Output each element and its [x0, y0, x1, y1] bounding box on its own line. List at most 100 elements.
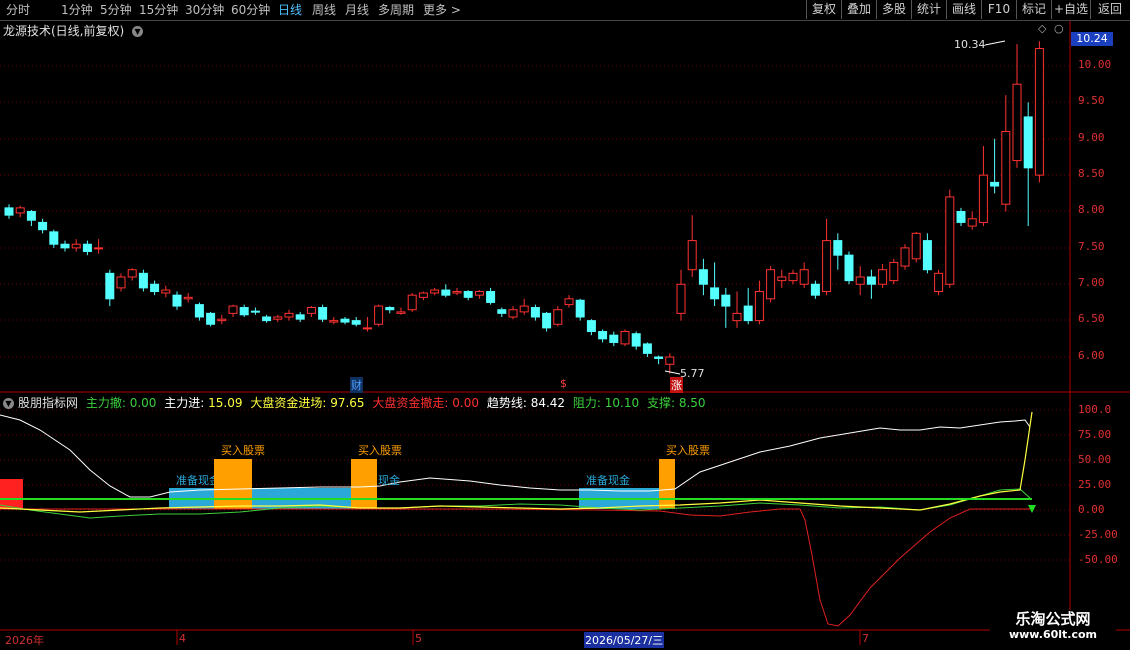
ind-label: 阻力: — [572, 396, 601, 410]
period-1min[interactable]: 1分钟 — [61, 2, 93, 18]
buy-label-2: 买入股票 — [358, 444, 402, 457]
indicator-header: ▼ 股朋指标网 主力撤: 0.00 主力进: 15.09 大盘资金进场: 97.6… — [3, 394, 706, 411]
candle-body — [1034, 48, 1044, 176]
ind-tick: 25.00 — [1078, 478, 1112, 491]
finance-marker-text: 财 — [351, 379, 362, 392]
more-label: 更多 — [423, 3, 448, 17]
limit-up-marker[interactable]: 涨 — [670, 377, 683, 393]
candle-body — [239, 307, 249, 316]
candle-body — [105, 272, 115, 300]
candle-body — [194, 304, 204, 318]
candle-body — [150, 283, 160, 293]
fund-exit-line — [0, 508, 1030, 627]
candle-body — [978, 174, 988, 223]
candle-body — [206, 312, 216, 325]
period-fenshi[interactable]: 分时 — [6, 2, 30, 18]
candle-body — [4, 207, 14, 216]
candle-body — [721, 294, 731, 307]
candle-body — [1012, 83, 1022, 162]
period-30min[interactable]: 30分钟 — [185, 2, 224, 18]
diamond-icon[interactable]: ◇ — [1038, 22, 1046, 35]
candle-body — [553, 309, 563, 325]
stats-button[interactable]: 统计 — [911, 0, 946, 19]
candle-body — [217, 318, 227, 322]
fuquan-button[interactable]: 复权 — [806, 0, 841, 19]
ind-item-1: 主力进: 15.09 — [164, 396, 242, 410]
period-60min[interactable]: 60分钟 — [231, 2, 270, 18]
period-monthly[interactable]: 月线 — [345, 2, 369, 18]
stock-chart[interactable] — [0, 0, 1130, 650]
dividend-marker[interactable]: $ — [560, 377, 567, 390]
ind-item-2: 大盘资金进场: 97.65 — [250, 396, 364, 410]
ind-tick: 100.0 — [1078, 403, 1112, 416]
chevron-down-icon[interactable]: ▼ — [132, 26, 144, 37]
date-label-apr: 4 — [179, 632, 186, 645]
candle-body — [273, 316, 283, 320]
candle-body — [138, 272, 148, 289]
ind-tick: -50.00 — [1078, 553, 1118, 566]
period-5min[interactable]: 5分钟 — [100, 2, 132, 18]
period-multi[interactable]: 多周期 — [378, 2, 414, 18]
buy-block-2 — [351, 459, 377, 509]
candle-body — [598, 331, 608, 340]
ind-label: 主力撤: — [85, 396, 126, 410]
candle-body — [642, 343, 652, 354]
candle-body — [183, 296, 193, 300]
candle-body — [575, 299, 585, 318]
price-tick: 8.50 — [1078, 167, 1105, 180]
candle-body — [407, 294, 417, 311]
candle-body — [228, 305, 238, 314]
cash-label-2: 现金 — [378, 474, 400, 487]
candle-body — [15, 207, 25, 214]
multi-stock-button[interactable]: 多股 — [876, 0, 911, 19]
price-tick: 7.50 — [1078, 240, 1105, 253]
period-daily[interactable]: 日线 — [278, 2, 302, 18]
candle-body — [967, 218, 977, 227]
candle-body — [486, 291, 496, 303]
watermark: 乐淘公式网 www.60lt.com — [990, 610, 1116, 646]
candle-body — [833, 240, 843, 256]
ind-tick: -25.00 — [1078, 528, 1118, 541]
candle-body — [497, 309, 507, 314]
candle-body — [855, 276, 865, 285]
buy-block-3 — [659, 459, 675, 509]
cursor-date-label: 2026/05/27/三 — [584, 632, 665, 648]
low-arrow — [664, 370, 681, 375]
price-tick: 8.00 — [1078, 203, 1105, 216]
candle-body — [866, 276, 876, 285]
candle-body — [878, 269, 888, 285]
candle-body — [956, 211, 966, 223]
overlay-button[interactable]: 叠加 — [841, 0, 876, 19]
f10-button[interactable]: F10 — [981, 0, 1016, 19]
candle-body — [295, 314, 305, 320]
chevron-right-icon: > — [447, 3, 461, 17]
current-price-tag: 10.24 — [1071, 32, 1113, 46]
draw-line-button[interactable]: 画线 — [946, 0, 981, 19]
cash-label-3: 准备现金 — [586, 474, 630, 487]
add-watchlist-button[interactable]: +自选 — [1051, 0, 1090, 19]
ind-value: 0.00 — [129, 396, 157, 410]
chevron-down-icon[interactable]: ▼ — [3, 398, 14, 409]
candle-body — [698, 269, 708, 285]
mark-button[interactable]: 标记 — [1016, 0, 1051, 19]
ind-item-0: 主力撤: 0.00 — [86, 396, 157, 410]
period-more[interactable]: 更多 > — [423, 2, 461, 18]
period-toolbar: 分时 1分钟 5分钟 15分钟 30分钟 60分钟 日线 周线 月线 多周期 更… — [0, 0, 1130, 21]
candle-body — [508, 309, 518, 318]
candle-body — [38, 221, 48, 231]
back-button[interactable]: 返回 — [1090, 0, 1129, 19]
candle-body — [116, 276, 126, 289]
candle-body — [530, 307, 540, 318]
period-15min[interactable]: 15分钟 — [139, 2, 178, 18]
watermark-url: www.60lt.com — [1008, 628, 1098, 641]
candle-body — [26, 211, 36, 221]
ind-tick: 0.00 — [1078, 503, 1105, 516]
finance-marker[interactable]: 财 — [350, 377, 363, 393]
ind-label: 大盘资金撤走: — [372, 396, 449, 410]
candle-body — [172, 294, 182, 307]
circle-icon[interactable]: ○ — [1054, 22, 1064, 35]
candle-body — [844, 254, 854, 282]
candle-body — [362, 327, 372, 330]
ind-item-5: 阻力: 10.10 — [573, 396, 639, 410]
period-weekly[interactable]: 周线 — [312, 2, 336, 18]
